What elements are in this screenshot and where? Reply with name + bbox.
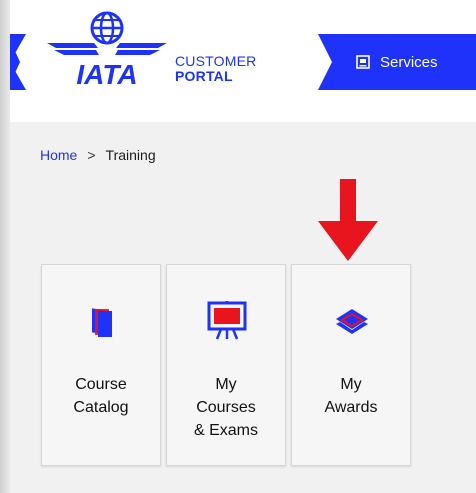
header: IATA CUSTOMER PORTAL Services xyxy=(10,0,476,122)
iata-logo[interactable]: IATA xyxy=(42,10,172,92)
breadcrumb-separator: > xyxy=(87,147,96,163)
easel-icon xyxy=(207,301,247,340)
tile-my-courses-exams[interactable]: My Courses & Exams xyxy=(166,264,286,466)
catalog-icon xyxy=(92,308,112,337)
breadcrumb: Home > Training xyxy=(40,147,156,163)
breadcrumb-current: Training xyxy=(105,147,156,163)
page: IATA CUSTOMER PORTAL Services Home > Tra… xyxy=(10,0,476,493)
tile-my-awards[interactable]: My Awards xyxy=(291,264,411,466)
portal-line-2: PORTAL xyxy=(175,68,233,84)
iata-wordmark: IATA xyxy=(76,59,137,90)
tile-course-catalog[interactable]: Course Catalog xyxy=(41,264,161,466)
nav-services-label: Services xyxy=(380,53,438,71)
layers-icon xyxy=(336,309,368,334)
portal-line-1: CUSTOMER xyxy=(175,53,257,69)
tile-label: Course Catalog xyxy=(73,376,129,416)
nav-services[interactable]: Services xyxy=(356,52,438,72)
customer-portal-label: CUSTOMER PORTAL xyxy=(175,54,256,84)
training-tiles: Course Catalog My Courses & Exams My Awa… xyxy=(41,264,416,466)
tile-label: My Courses & Exams xyxy=(193,376,258,439)
red-down-arrow-annotation xyxy=(318,179,378,261)
building-icon xyxy=(356,55,370,69)
tile-label: My Awards xyxy=(324,376,378,416)
breadcrumb-home-link[interactable]: Home xyxy=(40,147,77,163)
